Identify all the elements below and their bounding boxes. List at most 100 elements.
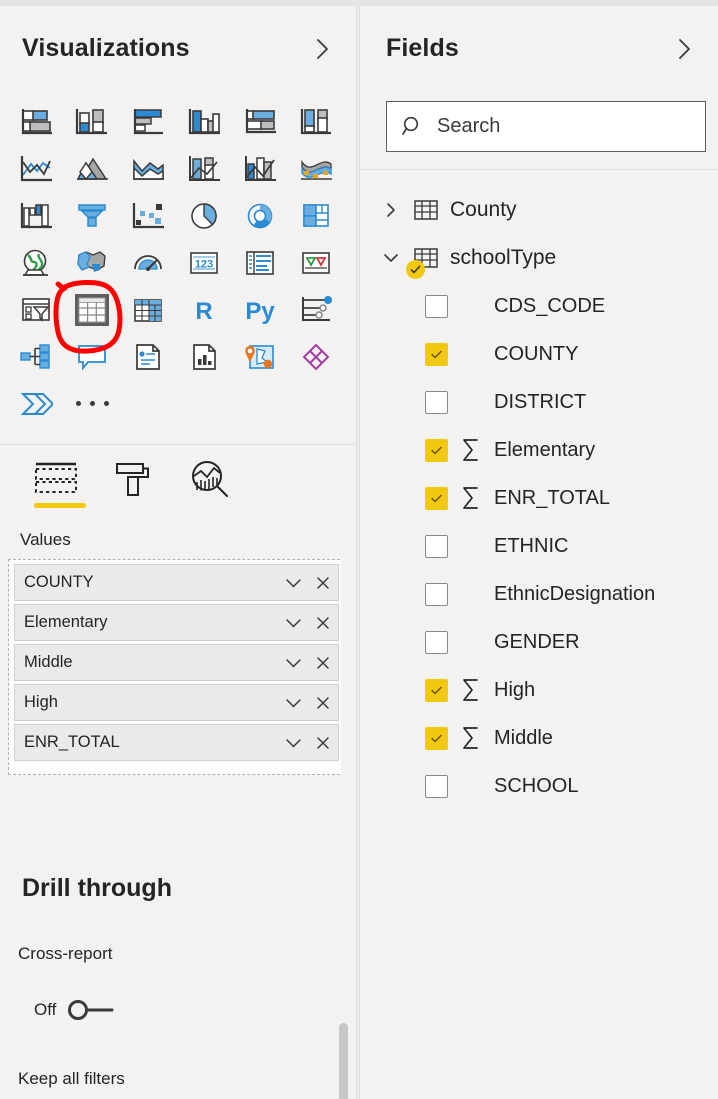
arcgis-maps-visual-icon[interactable] <box>232 335 288 379</box>
remove-field-icon[interactable] <box>308 728 338 758</box>
waterfall-chart-icon[interactable] <box>8 194 64 238</box>
field-label: ENR_TOTAL <box>494 486 610 509</box>
well-chip[interactable]: ENR_TOTAL <box>14 724 339 761</box>
field-checkbox[interactable] <box>425 726 448 750</box>
chevron-down-icon[interactable] <box>278 568 308 598</box>
well-chip[interactable]: High <box>14 684 339 721</box>
kpi-visual-icon[interactable] <box>288 241 344 285</box>
field-row-CDS_CODE[interactable]: CDS_CODE <box>360 282 718 330</box>
filled-map-visual-icon[interactable] <box>64 241 120 285</box>
smart-narrative-visual-icon[interactable] <box>120 335 176 379</box>
key-influencers-visual-icon[interactable] <box>288 288 344 332</box>
chevron-down-icon[interactable] <box>278 648 308 678</box>
chevron-down-icon[interactable] <box>278 728 308 758</box>
r-script-visual-icon[interactable]: R <box>176 288 232 332</box>
fields-table-label: schoolType <box>450 246 557 269</box>
field-row-COUNTY[interactable]: COUNTY <box>360 330 718 378</box>
well-chip[interactable]: Elementary <box>14 604 339 641</box>
more-options-ellipsis[interactable] <box>64 382 120 426</box>
gauge-visual-icon[interactable] <box>120 241 176 285</box>
tab-fields[interactable] <box>18 454 95 510</box>
remove-field-icon[interactable] <box>308 568 338 598</box>
cross-report-toggle-row[interactable]: Off <box>34 999 132 1021</box>
field-row-ENR_TOTAL[interactable]: ENR_TOTAL <box>360 474 718 522</box>
slicer-visual-icon[interactable] <box>8 288 64 332</box>
well-chip-label: High <box>24 693 58 711</box>
chevron-right-icon[interactable] <box>672 36 698 62</box>
q-and-a-visual-icon[interactable] <box>64 335 120 379</box>
field-checkbox[interactable] <box>425 294 448 318</box>
map-visual-icon[interactable] <box>8 241 64 285</box>
visualizations-scrollbar-track[interactable] <box>339 511 353 1099</box>
field-checkbox[interactable] <box>425 390 448 414</box>
field-label: COUNTY <box>494 342 579 365</box>
field-checkbox[interactable] <box>425 774 448 798</box>
hundred-percent-stacked-column-chart-icon[interactable] <box>288 100 344 144</box>
line-and-stacked-column-chart-icon[interactable] <box>176 147 232 191</box>
clustered-column-chart-icon[interactable] <box>176 100 232 144</box>
field-checkbox[interactable] <box>425 486 448 510</box>
fields-table-County[interactable]: County <box>360 186 718 234</box>
stacked-area-chart-icon[interactable] <box>120 147 176 191</box>
stacked-bar-chart-icon[interactable] <box>8 100 64 144</box>
fields-search-separator <box>360 169 718 170</box>
multi-row-card-visual-icon[interactable] <box>232 241 288 285</box>
hundred-percent-stacked-bar-chart-icon[interactable] <box>232 100 288 144</box>
visualizations-pane-header: Visualizations <box>0 6 356 78</box>
well-chip[interactable]: Middle <box>14 644 339 681</box>
search-input[interactable] <box>437 102 705 151</box>
field-checkbox[interactable] <box>425 534 448 558</box>
field-row-ETHNIC[interactable]: ETHNIC <box>360 522 718 570</box>
line-and-clustered-column-chart-icon[interactable] <box>232 147 288 191</box>
field-row-SCHOOL[interactable]: SCHOOL <box>360 762 718 810</box>
field-row-Elementary[interactable]: Elementary <box>360 426 718 474</box>
chevron-down-icon[interactable] <box>278 688 308 718</box>
remove-field-icon[interactable] <box>308 648 338 678</box>
tab-format[interactable] <box>95 454 172 510</box>
tab-analytics[interactable] <box>171 454 248 510</box>
area-chart-icon[interactable] <box>64 147 120 191</box>
table-visual-icon[interactable] <box>64 288 120 332</box>
field-row-GENDER[interactable]: GENDER <box>360 618 718 666</box>
remove-field-icon[interactable] <box>308 688 338 718</box>
chevron-right-icon[interactable] <box>310 36 336 62</box>
ribbon-chart-icon[interactable] <box>288 147 344 191</box>
values-well-dropzone[interactable]: COUNTY Elementary Middle High ENR_TOTAL <box>8 559 345 775</box>
field-checkbox[interactable] <box>425 582 448 606</box>
treemap-chart-icon[interactable] <box>288 194 344 238</box>
chevron-down-icon[interactable] <box>374 249 408 267</box>
field-row-EthnicDesignation[interactable]: EthnicDesignation <box>360 570 718 618</box>
fields-table-schoolType[interactable]: schoolType <box>360 234 718 282</box>
pie-chart-icon[interactable] <box>176 194 232 238</box>
field-row-Middle[interactable]: Middle <box>360 714 718 762</box>
cross-report-toggle[interactable] <box>66 999 132 1021</box>
field-row-DISTRICT[interactable]: DISTRICT <box>360 378 718 426</box>
visualizations-scrollbar-thumb[interactable] <box>339 1023 348 1099</box>
card-visual-icon[interactable]: 123 <box>176 241 232 285</box>
field-checkbox[interactable] <box>425 630 448 654</box>
paginated-report-visual-icon[interactable] <box>176 335 232 379</box>
field-label: SCHOOL <box>494 774 579 797</box>
power-automate-visual-icon[interactable] <box>8 382 64 426</box>
remove-field-icon[interactable] <box>308 608 338 638</box>
field-checkbox[interactable] <box>425 438 448 462</box>
drill-through-title: Drill through <box>22 874 172 902</box>
funnel-chart-icon[interactable] <box>64 194 120 238</box>
chevron-down-icon[interactable] <box>278 608 308 638</box>
scatter-chart-icon[interactable] <box>120 194 176 238</box>
chevron-right-icon[interactable] <box>374 201 408 219</box>
field-checkbox[interactable] <box>425 678 448 702</box>
fields-pane-header: Fields <box>360 6 718 78</box>
field-checkbox[interactable] <box>425 342 448 366</box>
matrix-visual-icon[interactable] <box>120 288 176 332</box>
decomposition-tree-visual-icon[interactable] <box>8 335 64 379</box>
donut-chart-icon[interactable] <box>232 194 288 238</box>
stacked-column-chart-icon[interactable] <box>64 100 120 144</box>
python-visual-icon[interactable]: Py <box>232 288 288 332</box>
power-apps-visual-icon[interactable] <box>288 335 344 379</box>
fields-search-box[interactable] <box>386 101 706 152</box>
field-row-High[interactable]: High <box>360 666 718 714</box>
line-chart-icon[interactable] <box>8 147 64 191</box>
well-chip[interactable]: COUNTY <box>14 564 339 601</box>
clustered-bar-chart-icon[interactable] <box>120 100 176 144</box>
